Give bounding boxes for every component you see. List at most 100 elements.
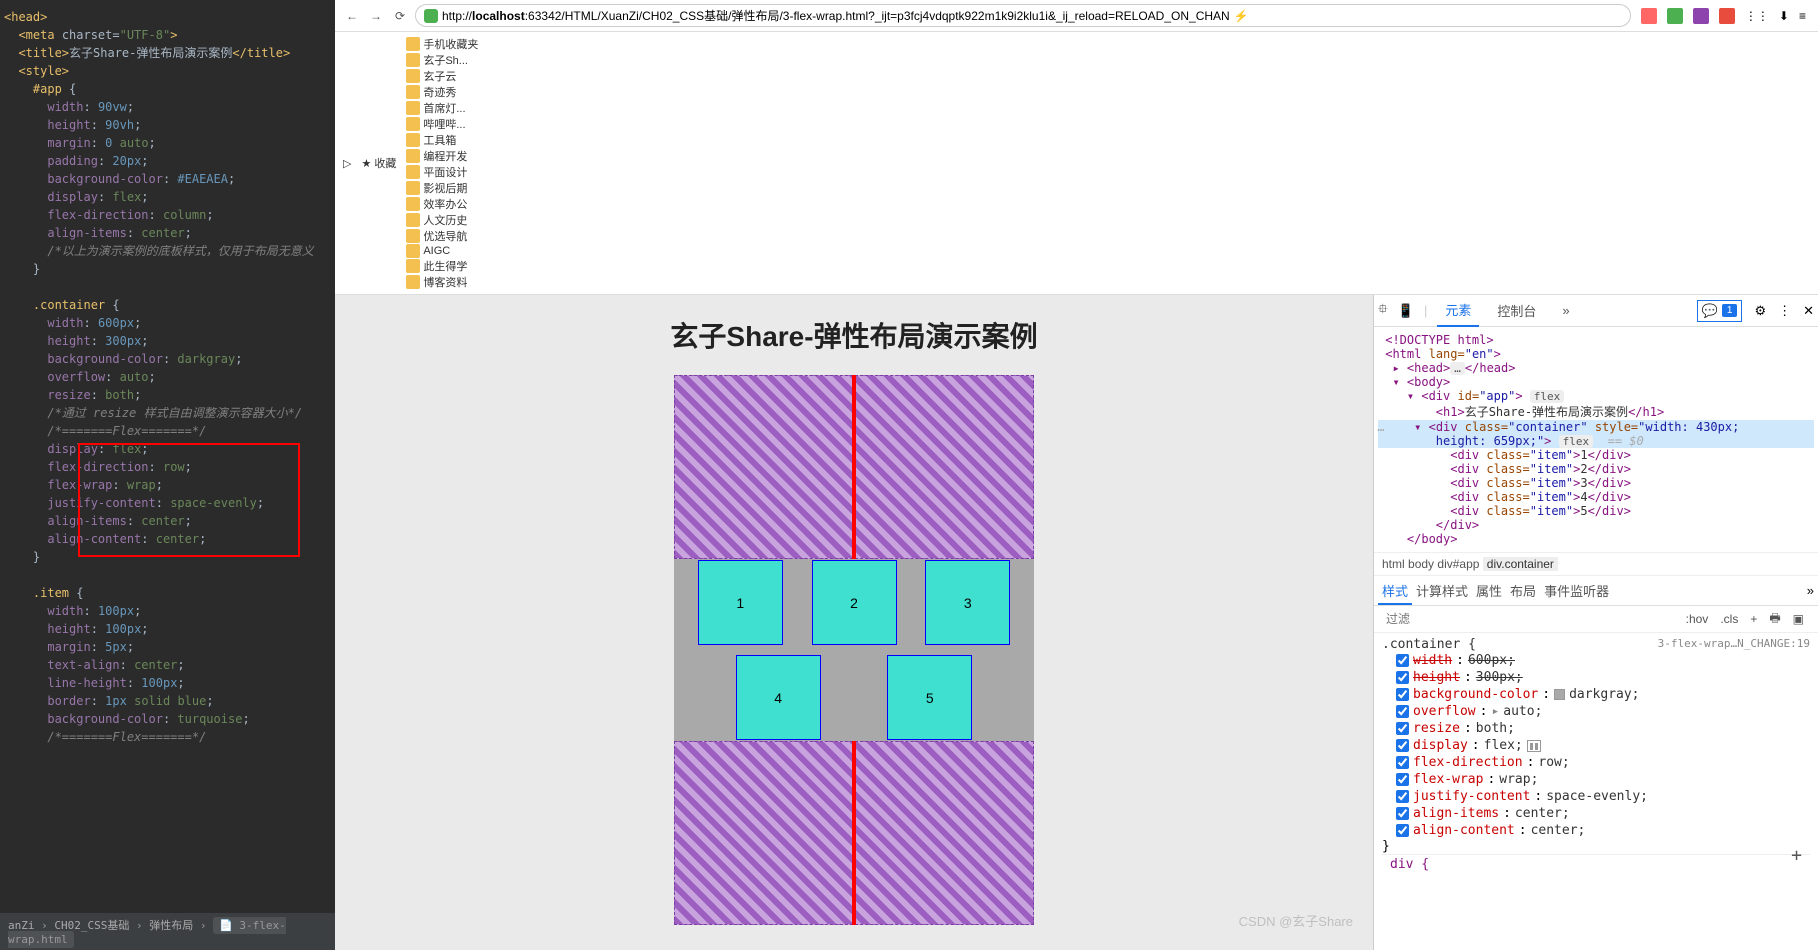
close-icon[interactable]: ✕ <box>1803 303 1814 319</box>
css-toggle[interactable] <box>1396 773 1409 786</box>
bookmark-item[interactable]: 优选导航 <box>406 228 478 244</box>
bookmark-item[interactable]: 效率办公 <box>406 196 478 212</box>
shield-icon <box>424 9 438 23</box>
bookmark-item[interactable]: 博客资料 <box>406 274 478 290</box>
bookmark-item[interactable]: 首席灯... <box>406 100 478 116</box>
devtools-tabs: ⯐ 📱 | 元素 控制台 » 💬 1 ⚙ ⋮ ✕ <box>1374 295 1818 327</box>
bookmark-item[interactable]: 此生得学 <box>406 258 478 274</box>
styles-tab[interactable]: 属性 <box>1472 580 1506 603</box>
forward-button[interactable]: → <box>367 7 385 25</box>
bookmark-item[interactable]: 手机收藏夹 <box>406 36 478 52</box>
ext-icon[interactable] <box>1719 8 1735 24</box>
breadcrumb-item[interactable]: body <box>1408 557 1434 571</box>
breadcrumb-item[interactable]: div#app <box>1437 557 1479 571</box>
download-icon[interactable]: ⬇ <box>1779 9 1789 23</box>
back-button[interactable]: ← <box>343 7 361 25</box>
menu-icon[interactable]: ≡ <box>1799 9 1806 23</box>
css-toggle[interactable] <box>1396 790 1409 803</box>
tab-more[interactable]: » <box>1554 297 1577 324</box>
rule-source[interactable]: 3-flex-wrap…N_CHANGE:19 <box>1658 637 1810 652</box>
grid-icon[interactable]: ⋮⋮ <box>1745 9 1769 23</box>
page-title: 玄子Share-弹性布局演示案例 <box>670 315 1037 355</box>
add-rule-icon[interactable]: + <box>1744 612 1763 626</box>
bookmark-item[interactable]: 人文历史 <box>406 212 478 228</box>
url-bar[interactable]: http://localhost:63342/HTML/XuanZi/CH02_… <box>415 4 1631 27</box>
styles-tab[interactable]: 样式 <box>1378 580 1412 605</box>
bookmark-item[interactable]: 哔哩哔... <box>406 116 478 132</box>
flex-item: 3 <box>925 560 1010 645</box>
breadcrumb-item[interactable]: div.container <box>1483 557 1558 571</box>
more-icon[interactable]: ⋮ <box>1778 303 1791 319</box>
css-toggle[interactable] <box>1396 722 1409 735</box>
styles-tab[interactable]: 计算样式 <box>1412 580 1472 603</box>
center-guide-top <box>852 375 856 559</box>
extension-icons: ⋮⋮ ⬇ ≡ <box>1637 8 1810 24</box>
device-icon[interactable]: 📱 <box>1398 303 1414 319</box>
css-declaration[interactable]: resize: both; <box>1382 720 1810 737</box>
bookmark-item[interactable]: AIGC <box>406 244 478 258</box>
tab-elements[interactable]: 元素 <box>1437 295 1479 327</box>
css-toggle[interactable] <box>1396 807 1409 820</box>
css-declaration[interactable]: overflow: ▸ auto; <box>1382 703 1810 720</box>
flex-item: 2 <box>812 560 897 645</box>
css-declaration[interactable]: width: 600px; <box>1382 652 1810 669</box>
ext-icon[interactable] <box>1641 8 1657 24</box>
settings-icon[interactable]: ⚙ <box>1754 303 1766 319</box>
css-toggle[interactable] <box>1396 688 1409 701</box>
css-toggle[interactable] <box>1396 824 1409 837</box>
bookmark-item[interactable]: 影视后期 <box>406 180 478 196</box>
bookmark-item[interactable]: 平面设计 <box>406 164 478 180</box>
css-toggle[interactable] <box>1396 654 1409 667</box>
css-toggle[interactable] <box>1396 739 1409 752</box>
css-toggle[interactable] <box>1396 671 1409 684</box>
bookmark-item[interactable]: 玄子Sh... <box>406 52 478 68</box>
css-declaration[interactable]: display: flex; <box>1382 737 1810 754</box>
flex-item: 4 <box>736 655 821 740</box>
print-icon[interactable]: 🖶 <box>1763 609 1786 630</box>
bookmark-star[interactable]: ★ 收藏 <box>361 155 396 171</box>
issues-badge[interactable]: 💬 1 <box>1697 300 1743 322</box>
css-declaration[interactable]: flex-wrap: wrap; <box>1382 771 1810 788</box>
inspect-icon[interactable]: ⯐ <box>1378 300 1388 322</box>
styles-filter-row: :hov .cls + 🖶 ▣ <box>1374 606 1818 633</box>
breadcrumb-item[interactable]: html <box>1382 557 1405 571</box>
code-content: <head> <meta charset="UTF-8"> <title>玄子S… <box>0 0 335 754</box>
css-declaration[interactable]: background-color: darkgray; <box>1382 686 1810 703</box>
filter-input[interactable] <box>1382 608 1680 630</box>
css-declaration[interactable]: align-items: center; <box>1382 805 1810 822</box>
css-declaration[interactable]: align-content: center; <box>1382 822 1810 839</box>
tab-console[interactable]: 控制台 <box>1489 295 1544 326</box>
bookmark-item[interactable]: 编程开发 <box>406 148 478 164</box>
bookmark-item[interactable]: 工具箱 <box>406 132 478 148</box>
add-style-button[interactable]: + <box>1791 845 1802 866</box>
flex-container[interactable]: 12345 <box>674 375 1034 925</box>
styles-body[interactable]: .container { 3-flex-wrap…N_CHANGE:19 wid… <box>1374 633 1818 950</box>
elements-tree[interactable]: <!DOCTYPE html> <html lang="en"> ▸ <head… <box>1374 327 1818 553</box>
tab-more-icon[interactable]: » <box>1807 583 1814 598</box>
cls-toggle[interactable]: .cls <box>1714 612 1744 626</box>
code-editor[interactable]: <head> <meta charset="UTF-8"> <title>玄子S… <box>0 0 335 950</box>
styles-tabs: 样式计算样式属性布局事件监听器 » <box>1374 576 1818 606</box>
rule-selector: .container { <box>1382 637 1476 652</box>
bookmark-item[interactable]: 玄子云 <box>406 68 478 84</box>
browser-toolbar: ← → ⟳ http://localhost:63342/HTML/XuanZi… <box>335 0 1818 32</box>
bookmark-list-icon[interactable]: ▷ <box>343 157 351 170</box>
ext-icon[interactable] <box>1693 8 1709 24</box>
lightning-icon: ⚡ <box>1234 9 1249 23</box>
css-declaration[interactable]: height: 300px; <box>1382 669 1810 686</box>
bookmark-item[interactable]: 奇迹秀 <box>406 84 478 100</box>
reload-button[interactable]: ⟳ <box>391 7 409 25</box>
css-toggle[interactable] <box>1396 756 1409 769</box>
styles-tab[interactable]: 布局 <box>1506 580 1540 603</box>
css-declaration[interactable]: flex-direction: row; <box>1382 754 1810 771</box>
hov-toggle[interactable]: :hov <box>1680 612 1715 626</box>
elements-breadcrumb[interactable]: html body div#app div.container <box>1374 553 1818 576</box>
styles-tab[interactable]: 事件监听器 <box>1540 580 1613 603</box>
watermark: CSDN @玄子Share <box>1239 911 1353 930</box>
css-declaration[interactable]: justify-content: space-evenly; <box>1382 788 1810 805</box>
page-viewport: 玄子Share-弹性布局演示案例 12345 CSDN @玄子Share <box>335 295 1373 950</box>
ext-icon[interactable] <box>1667 8 1683 24</box>
css-toggle[interactable] <box>1396 705 1409 718</box>
computed-icon[interactable]: ▣ <box>1787 612 1810 626</box>
flex-item: 1 <box>698 560 783 645</box>
